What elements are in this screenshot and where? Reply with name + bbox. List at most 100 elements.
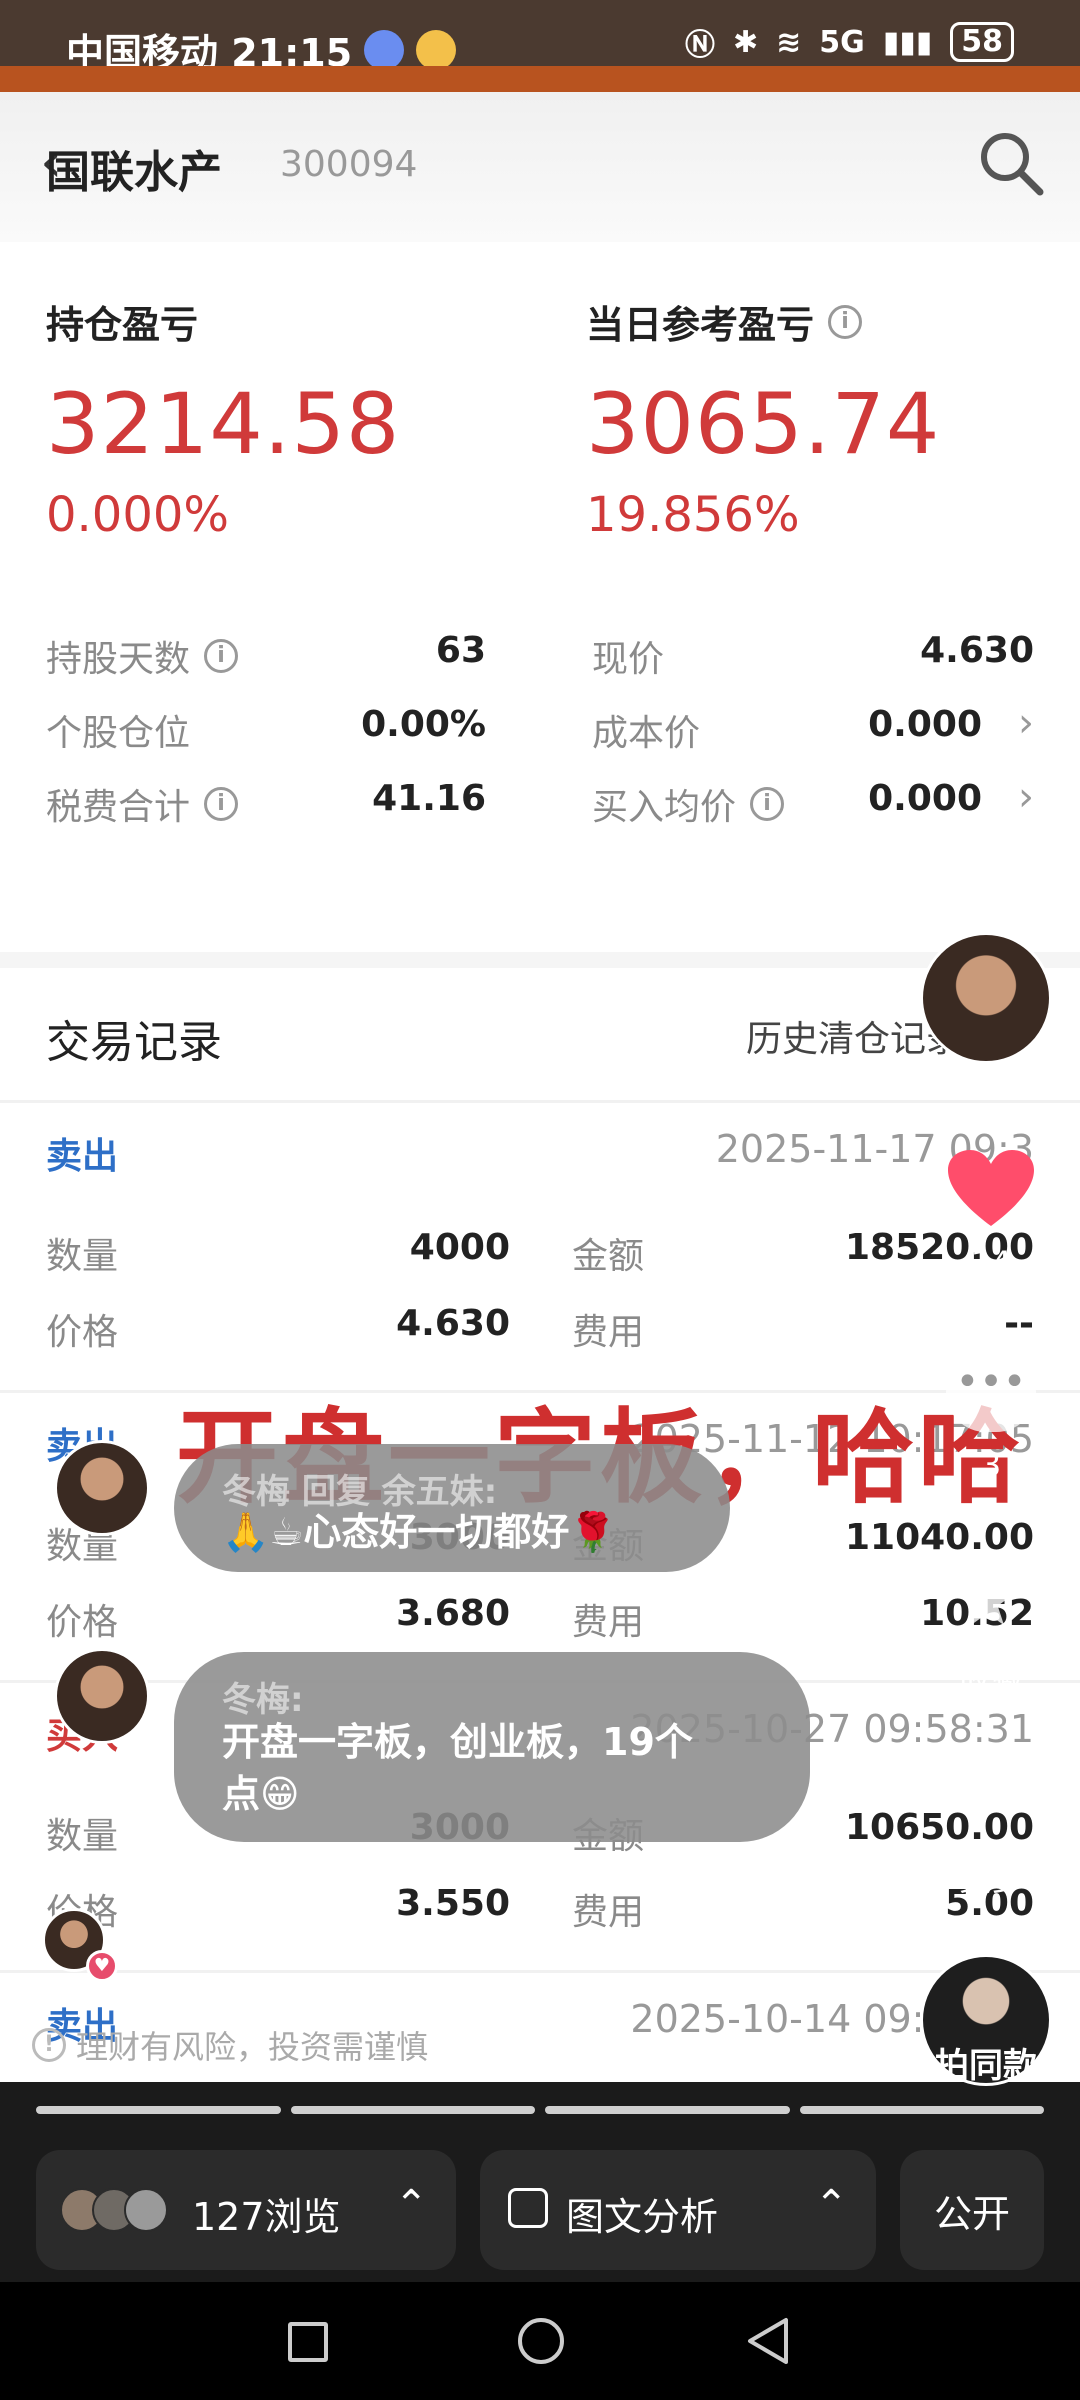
metric-position-label: 个股仓位 [46, 713, 191, 754]
info-icon[interactable]: i [750, 787, 785, 821]
qty-value: 4000 [409, 1227, 510, 1268]
favorite-label: 收藏 [958, 1662, 1023, 1700]
chevron-up-icon: ⌃ [394, 2182, 428, 2228]
avatar[interactable] [54, 1648, 150, 1744]
metric-price: 现价 [592, 630, 664, 682]
info-icon[interactable]: i [204, 639, 239, 673]
network-label: 5G [819, 24, 865, 60]
metric-days-label: 持股天数 [46, 639, 191, 680]
recents-icon[interactable] [288, 2322, 328, 2362]
pager-segment[interactable] [36, 2106, 281, 2114]
more-icon[interactable]: ••• [946, 1780, 1023, 1826]
trade-type: 卖出 [46, 1136, 119, 1177]
bluetooth-icon: ✱ [732, 24, 759, 60]
pager-segment[interactable] [290, 2106, 535, 2114]
public-button[interactable]: 公开 [900, 2150, 1044, 2270]
viewer-avatar [124, 2188, 168, 2232]
stock-name: 国联水产 [46, 147, 222, 198]
price-label: 价格 [46, 1312, 119, 1353]
metric-avg-label: 买入均价 [592, 787, 737, 828]
day-pnl-label: 当日参考盈亏 [586, 303, 815, 347]
comment-text: 🙏☕心态好一切都好🌹 [222, 1510, 617, 1554]
like-heart-icon[interactable] [946, 1150, 1036, 1230]
chevron-right-icon[interactable]: › [1018, 774, 1034, 820]
chart-icon [508, 2188, 548, 2228]
qty-label: 数量 [46, 1816, 119, 1857]
like-count: 14 [970, 1244, 1012, 1282]
search-icon[interactable] [976, 128, 1046, 198]
amount-label: 金额 [572, 1236, 645, 1277]
home-icon[interactable] [518, 2318, 564, 2364]
notification-app-icon [364, 29, 405, 70]
system-navbar [0, 2282, 1080, 2400]
metric-days-value: 63 [435, 630, 486, 671]
metric-cost-value: 0.000 [868, 704, 982, 745]
metric-cost[interactable]: 成本价 [592, 704, 700, 756]
back-icon[interactable] [746, 2316, 790, 2366]
amount-value: 11040.00 [844, 1517, 1034, 1558]
metric-days: 持股天数 i [46, 630, 239, 682]
chevron-right-icon[interactable]: › [1018, 700, 1034, 746]
comment-bubble[interactable]: 冬梅 回复 余五妹: 🙏☕心态好一切都好🌹 [174, 1444, 730, 1572]
qty-label: 数量 [46, 1236, 119, 1277]
same-style-label[interactable]: 拍同款 [920, 2038, 1052, 2087]
comment-text-line2: 点😁 [222, 1772, 300, 1816]
day-pnl-block: 当日参考盈亏 i 3065.74 19.856% [586, 294, 940, 543]
trade-row[interactable]: 卖出 2025-11-17 09:3 数量 4000 金额 18520.00 价… [0, 1100, 1080, 1390]
analysis-label: 图文分析 [566, 2195, 719, 2239]
price-value: 3.550 [396, 1883, 510, 1924]
status-bar: 中国移动 21:15 Ⓝ ✱ ≋ 5G ▮▮▮ 58 [0, 0, 1080, 75]
metric-price-value: 4.630 [920, 630, 1034, 671]
metric-fees-label: 税费合计 [46, 787, 191, 828]
day-pnl-pct: 19.856% [586, 487, 800, 543]
comment-count: 3 [980, 1446, 1002, 1484]
app-header: ‹ 国联水产 300094 [0, 92, 1080, 242]
stock-code: 300094 [280, 144, 418, 185]
avatar[interactable] [54, 1440, 150, 1536]
price-label: 价格 [46, 1602, 119, 1643]
fee-label: 费用 [572, 1892, 645, 1933]
price-value: 4.630 [396, 1303, 510, 1344]
metric-price-label: 现价 [592, 639, 665, 680]
comment-icon[interactable]: ••• [946, 1352, 1036, 1432]
fee-label: 费用 [572, 1602, 645, 1643]
author-avatar[interactable] [920, 932, 1052, 1064]
more-label: 更多 [958, 1860, 1023, 1898]
fee-value: -- [1004, 1303, 1034, 1344]
info-icon: ! [32, 2028, 66, 2062]
metric-avg-value: 0.000 [868, 778, 982, 819]
metric-position: 个股仓位 [46, 704, 190, 756]
battery-indicator: 58 [950, 22, 1014, 62]
heart-badge-icon: ♥ [86, 1950, 118, 1982]
metric-position-value: 0.00% [361, 704, 486, 745]
risk-hint-text: 理财有风险，投资需谨慎 [76, 2028, 429, 2066]
views-label: 127浏览 [192, 2195, 341, 2239]
image-pager [36, 2106, 1044, 2116]
pager-segment[interactable] [799, 2106, 1044, 2114]
pager-segment[interactable] [545, 2106, 790, 2114]
price-value: 3.680 [396, 1593, 510, 1634]
comment-text-line1: 开盘一字板，创业板，19个 [222, 1720, 693, 1764]
metric-fees-value: 41.16 [372, 778, 486, 819]
hold-pnl-label: 持仓盈亏 [46, 303, 199, 347]
weather-icon [416, 29, 457, 70]
star-icon[interactable]: ★ [956, 1560, 1019, 1642]
nfc-icon: Ⓝ [684, 28, 715, 63]
comment-author: 冬梅: [222, 1680, 304, 1720]
day-pnl-value: 3065.74 [586, 375, 941, 473]
hold-pnl-block: 持仓盈亏 3214.58 0.000% [46, 294, 400, 543]
hold-pnl-value: 3214.58 [46, 375, 401, 473]
metric-avg[interactable]: 买入均价 i [592, 778, 785, 830]
info-icon[interactable]: i [828, 304, 863, 339]
hold-pnl-pct: 0.000% [46, 487, 230, 543]
analysis-button[interactable]: 图文分析 ⌃ [480, 2150, 876, 2270]
wifi-icon: ≋ [776, 24, 802, 60]
views-button[interactable]: 127浏览 ⌃ [36, 2150, 456, 2270]
pnl-summary: 持仓盈亏 3214.58 0.000% 当日参考盈亏 i 3065.74 19.… [0, 242, 1080, 952]
comment-bubble[interactable]: 冬梅: 开盘一字板，创业板，19个 点😁 [174, 1652, 810, 1842]
fee-label: 费用 [572, 1312, 645, 1353]
top-accent-strip [0, 66, 1080, 92]
chevron-up-icon: ⌃ [814, 2182, 848, 2228]
records-title: 交易记录 [46, 1017, 222, 1068]
info-icon[interactable]: i [204, 787, 239, 821]
